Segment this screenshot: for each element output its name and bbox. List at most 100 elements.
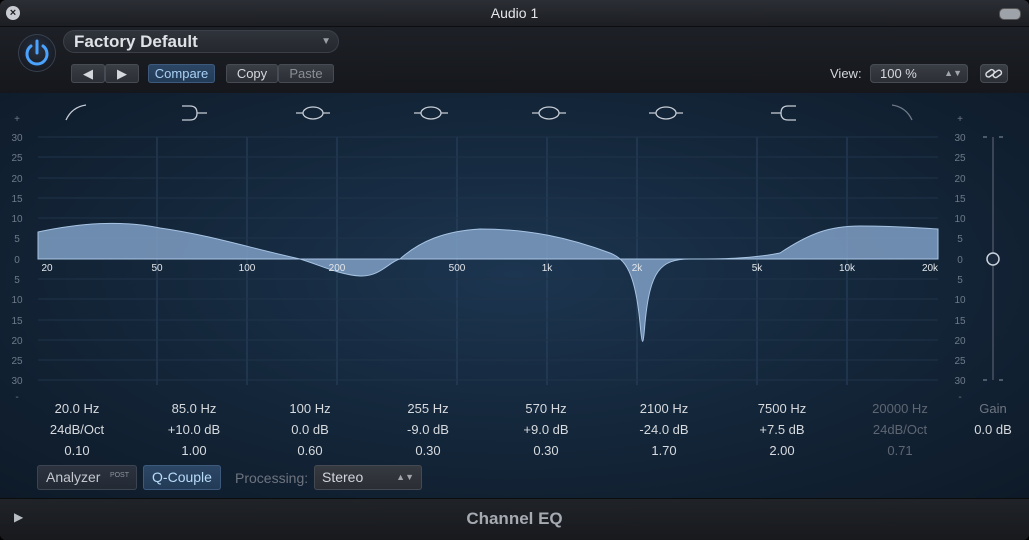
- db-label: +: [14, 114, 20, 125]
- lowshelf-icon[interactable]: [182, 105, 207, 121]
- band-1-freq[interactable]: 20.0 Hz: [27, 398, 127, 419]
- db-label: 30: [954, 133, 966, 144]
- band-3-params[interactable]: 100 Hz 0.0 dB 0.60: [260, 398, 360, 461]
- eq-graph[interactable]: + 30 25 20 15 10 5 0 5 10 15 20 25 30 - …: [0, 93, 1029, 398]
- band-8-freq[interactable]: 20000 Hz: [850, 398, 950, 419]
- freq-label: 5k: [752, 263, 764, 274]
- paste-button[interactable]: Paste: [278, 64, 334, 83]
- band-5-q[interactable]: 0.30: [496, 440, 596, 461]
- freq-label: 20k: [922, 263, 939, 274]
- db-label: 20: [954, 174, 966, 185]
- freq-label: 2k: [632, 263, 644, 274]
- db-label: 30: [954, 376, 966, 387]
- gain-slider-handle[interactable]: [986, 252, 1000, 266]
- db-label: 15: [954, 316, 966, 327]
- band-2-gain[interactable]: +10.0 dB: [144, 419, 244, 440]
- freq-label: 100: [239, 263, 256, 274]
- db-label: 15: [11, 316, 23, 327]
- bell-2-icon[interactable]: [420, 106, 442, 120]
- band-6-params[interactable]: 2100 Hz -24.0 dB 1.70: [614, 398, 714, 461]
- db-label: 25: [11, 356, 23, 367]
- db-label: 25: [954, 356, 966, 367]
- analyzer-label: Analyzer: [46, 469, 101, 485]
- band-3-freq[interactable]: 100 Hz: [260, 398, 360, 419]
- link-button[interactable]: [980, 64, 1008, 83]
- band-4-freq[interactable]: 255 Hz: [378, 398, 478, 419]
- bell-4-icon[interactable]: [655, 106, 677, 120]
- stepper-icon: ▲▼: [944, 68, 962, 78]
- db-label: 20: [11, 336, 23, 347]
- band-6-gain[interactable]: -24.0 dB: [614, 419, 714, 440]
- band-7-freq[interactable]: 7500 Hz: [732, 398, 832, 419]
- band-3-gain[interactable]: 0.0 dB: [260, 419, 360, 440]
- preset-menu[interactable]: Factory Default ▼: [63, 30, 339, 53]
- compare-button[interactable]: Compare: [148, 64, 215, 83]
- band-1-params[interactable]: 20.0 Hz 24dB/Oct 0.10: [27, 398, 127, 461]
- copy-button[interactable]: Copy: [226, 64, 278, 83]
- power-icon: [25, 39, 49, 66]
- db-label: 15: [954, 194, 966, 205]
- eq-curve[interactable]: [37, 222, 939, 342]
- db-label: 10: [954, 295, 966, 306]
- db-label: 5: [957, 234, 963, 245]
- db-label: 0: [957, 255, 963, 266]
- freq-label: 500: [449, 263, 466, 274]
- band-5-gain[interactable]: +9.0 dB: [496, 419, 596, 440]
- band-5-freq[interactable]: 570 Hz: [496, 398, 596, 419]
- plugin-footer: ▶ Channel EQ: [0, 498, 1029, 540]
- next-preset-button[interactable]: ▶: [105, 64, 139, 83]
- db-label: 20: [954, 336, 966, 347]
- processing-select[interactable]: Stereo ▲▼: [314, 465, 422, 490]
- window-title: Audio 1: [490, 5, 539, 21]
- db-label: 30: [11, 133, 23, 144]
- db-label: 25: [11, 153, 23, 164]
- bell-3-icon[interactable]: [538, 106, 560, 120]
- db-label: 5: [957, 275, 963, 286]
- band-2-q[interactable]: 1.00: [144, 440, 244, 461]
- highcut-icon[interactable]: [891, 104, 913, 121]
- band-2-freq[interactable]: 85.0 Hz: [144, 398, 244, 419]
- band-7-params[interactable]: 7500 Hz +7.5 dB 2.00: [732, 398, 832, 461]
- highshelf-icon[interactable]: [771, 105, 796, 121]
- band-4-q[interactable]: 0.30: [378, 440, 478, 461]
- power-button[interactable]: [18, 34, 56, 72]
- band-6-freq[interactable]: 2100 Hz: [614, 398, 714, 419]
- analyzer-button[interactable]: Analyzer POST: [37, 465, 137, 490]
- db-label: 5: [14, 275, 20, 286]
- db-label: 0: [14, 255, 20, 266]
- chevron-down-icon: ▼: [321, 36, 331, 47]
- q-couple-button[interactable]: Q-Couple: [143, 465, 221, 490]
- plugin-name: Channel EQ: [466, 509, 563, 528]
- band-7-q[interactable]: 2.00: [732, 440, 832, 461]
- previous-preset-button[interactable]: ◀: [71, 64, 105, 83]
- band-8-slope[interactable]: 24dB/Oct: [850, 419, 950, 440]
- bell-1-icon[interactable]: [302, 106, 324, 120]
- gain-value[interactable]: 0.0 dB: [943, 419, 1029, 440]
- processing-label: Processing:: [235, 470, 309, 486]
- band-4-params[interactable]: 255 Hz -9.0 dB 0.30: [378, 398, 478, 461]
- db-label: 10: [11, 295, 23, 306]
- freq-label: 1k: [542, 263, 554, 274]
- lowcut-icon[interactable]: [65, 104, 87, 121]
- band-1-slope[interactable]: 24dB/Oct: [27, 419, 127, 440]
- band-8-q[interactable]: 0.71: [850, 440, 950, 461]
- band-7-gain[interactable]: +7.5 dB: [732, 419, 832, 440]
- db-label: 30: [11, 376, 23, 387]
- freq-label: 10k: [839, 263, 856, 274]
- title-bar: × Audio 1: [0, 0, 1029, 27]
- band-8-params[interactable]: 20000 Hz 24dB/Oct 0.71: [850, 398, 950, 461]
- band-6-q[interactable]: 1.70: [614, 440, 714, 461]
- band-3-q[interactable]: 0.60: [260, 440, 360, 461]
- db-label: +: [957, 114, 963, 125]
- freq-label: 20: [41, 263, 53, 274]
- link-icon: [985, 68, 1003, 79]
- view-zoom-select[interactable]: 100 % ▲▼: [870, 64, 968, 83]
- band-4-gain[interactable]: -9.0 dB: [378, 419, 478, 440]
- window-pill-icon[interactable]: [999, 8, 1021, 20]
- db-label: 15: [11, 194, 23, 205]
- gain-label: Gain: [979, 401, 1007, 416]
- band-5-params[interactable]: 570 Hz +9.0 dB 0.30: [496, 398, 596, 461]
- band-2-params[interactable]: 85.0 Hz +10.0 dB 1.00: [144, 398, 244, 461]
- gain-params[interactable]: Gain 0.0 dB: [943, 398, 1029, 440]
- band-1-q[interactable]: 0.10: [27, 440, 127, 461]
